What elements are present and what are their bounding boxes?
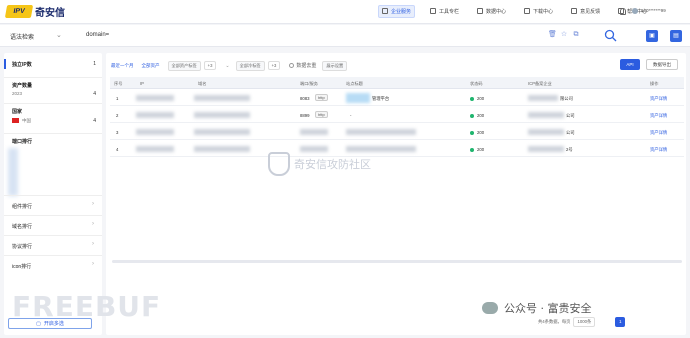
sidebar-item-asset-count[interactable]: 资产数量 2023 4 — [4, 77, 102, 99]
asset-detail-link[interactable]: 资产详情 — [650, 96, 667, 102]
sidebar-item-icon-ranking[interactable]: icon排行 › — [4, 255, 102, 275]
table-row[interactable]: 4 200 2号 资产详情 — [110, 141, 684, 157]
asset-detail-link[interactable]: 资产详情 — [650, 147, 667, 153]
logo-badge: IPV — [4, 5, 34, 18]
nav-data-center[interactable]: 数据中心 — [474, 6, 509, 17]
pagination-summary: 共4条数据，每页 — [538, 319, 571, 324]
cold-tag-count: +3 — [267, 61, 281, 70]
chevron-right-icon: › — [92, 201, 94, 207]
china-flag-icon — [12, 118, 19, 123]
chevron-down-icon[interactable]: ⌄ — [56, 31, 62, 39]
delete-icon[interactable]: 🗑 — [548, 31, 557, 39]
sidebar-item-domain-ranking[interactable]: 域名排行 › — [4, 215, 102, 235]
search-input[interactable]: domain= — [86, 32, 109, 38]
sidebar-item-component-ranking[interactable]: 组件排行 › — [4, 195, 102, 215]
chevron-right-icon: › — [92, 221, 94, 227]
table-row[interactable]: 1 8083 http 管理平台 200 限公司 资产详情 — [110, 90, 684, 106]
nav-enterprise-service[interactable]: 企业服务 — [378, 4, 416, 18]
country-count: 4 — [93, 118, 96, 124]
chevron-right-icon: › — [92, 241, 94, 247]
top-bar: IPV 奇安信 企业服务 工具专栏 数据中心 下载中心 意见反馈 帮助中心 18… — [0, 0, 690, 24]
sidebar-item-country[interactable]: 国家 中国 4 — [4, 103, 102, 127]
grid-view-button[interactable]: ▤ — [670, 30, 682, 42]
chevron-down-icon[interactable]: ⌄ — [225, 63, 229, 69]
search-tools: 🗑 ☆ ⧉ — [548, 31, 584, 39]
search-type-select[interactable]: 语法检索 — [10, 32, 34, 41]
nav-feedback[interactable]: 意见反馈 — [568, 6, 603, 17]
redacted-domain — [194, 146, 250, 152]
pagination: 共4条数据，每页 1000条 1 — [538, 317, 626, 327]
horizontal-scrollbar[interactable] — [112, 260, 682, 263]
redacted-domain — [194, 129, 250, 135]
user-account[interactable]: 180*******99 — [641, 8, 666, 13]
feedback-icon — [571, 8, 578, 14]
wechat-icon — [482, 302, 498, 314]
redacted-port-list — [8, 148, 18, 196]
asset-detail-link[interactable]: 资产详情 — [650, 113, 667, 119]
dedup-checkbox[interactable] — [289, 63, 295, 68]
year-count: 4 — [93, 91, 96, 97]
enterprise-icon — [382, 8, 388, 14]
time-range-filter[interactable]: 最近一个月 — [111, 63, 134, 69]
redacted-ip — [136, 146, 174, 152]
redacted-icp — [528, 112, 564, 118]
table-header: 序号 IP 域名 端口/服务 站点标题 状态码 ICP备案企业 操作 — [110, 77, 684, 89]
page-button[interactable]: 1 — [615, 317, 626, 327]
status-dot — [470, 97, 474, 101]
cold-tag-filter[interactable]: 全部冷标签 — [235, 60, 265, 71]
page-size-select[interactable]: 1000条 — [573, 317, 596, 327]
chevron-right-icon: › — [92, 261, 94, 267]
sidebar-item-protocol-ranking[interactable]: 协议排行 › — [4, 235, 102, 255]
download-icon — [524, 8, 531, 14]
year-label: 2023 — [12, 91, 23, 96]
redacted-title — [346, 129, 416, 135]
status-dot — [470, 114, 474, 118]
redacted-icp — [528, 129, 564, 135]
redacted-domain — [194, 112, 250, 118]
bell-icon[interactable] — [620, 8, 626, 15]
brand-name: 奇安信 — [35, 8, 65, 19]
redacted-port — [300, 129, 328, 135]
asset-detail-link[interactable]: 资产详情 — [650, 130, 667, 136]
redacted-icp — [528, 146, 564, 152]
search-bar: 语法检索 ⌄ domain= 🗑 ☆ ⧉ ▣ ▤ — [0, 25, 690, 47]
results-panel: 最近一个月 全部资产 全部资产标签 +3 ⌄ 全部冷标签 +3 数据去重 展示设… — [106, 53, 686, 335]
table-row[interactable]: 3 200 公司 资产详情 — [110, 124, 684, 140]
tools-icon — [430, 8, 437, 14]
table-row[interactable]: 2 8899 http - 200 公司 资产详情 — [110, 107, 684, 123]
redacted-ip — [136, 112, 174, 118]
search-icon[interactable] — [604, 29, 617, 42]
active-indicator — [4, 59, 6, 69]
data-icon — [477, 8, 484, 14]
redacted-ip — [136, 95, 174, 101]
api-button[interactable]: API — [620, 59, 640, 70]
sidebar-item-port-ranking[interactable]: 端口排行 — [4, 133, 102, 196]
nav-tools[interactable]: 工具专栏 — [427, 6, 462, 17]
redacted-favicon — [346, 93, 370, 103]
asset-scope-filter[interactable]: 全部资产 — [142, 63, 160, 69]
dedup-label: 数据去重 — [296, 63, 317, 69]
status-dot — [470, 131, 474, 135]
asset-tag-count: +3 — [203, 61, 217, 70]
copy-icon[interactable]: ⧉ — [572, 31, 580, 39]
export-button[interactable]: 数据导出 — [646, 59, 678, 70]
redacted-ip — [136, 129, 174, 135]
asset-tag-filter[interactable]: 全部资产标签 — [167, 60, 201, 71]
wechat-watermark: 公众号 · 富贵安全 — [482, 300, 592, 316]
redacted-icp — [528, 95, 558, 101]
display-settings-button[interactable]: 展示设置 — [322, 60, 348, 71]
nav-download-center[interactable]: 下载中心 — [521, 6, 556, 17]
status-dot — [470, 148, 474, 152]
sidebar-item-unique-ip[interactable]: 独立IP数 1 — [4, 59, 102, 71]
avatar[interactable] — [632, 8, 638, 14]
redacted-domain — [194, 95, 250, 101]
star-icon[interactable]: ☆ — [560, 31, 568, 39]
filter-bar: 最近一个月 全部资产 全部资产标签 +3 ⌄ 全部冷标签 +3 数据去重 展示设… — [111, 60, 350, 71]
freebuf-watermark: FREEBUF — [12, 290, 162, 323]
shield-icon — [268, 152, 290, 176]
save-query-button[interactable]: ▣ — [646, 30, 658, 42]
community-watermark: 奇安信攻防社区 — [268, 152, 371, 176]
country-label: 中国 — [22, 118, 31, 123]
brand-logo[interactable]: IPV 奇安信 — [4, 4, 65, 19]
